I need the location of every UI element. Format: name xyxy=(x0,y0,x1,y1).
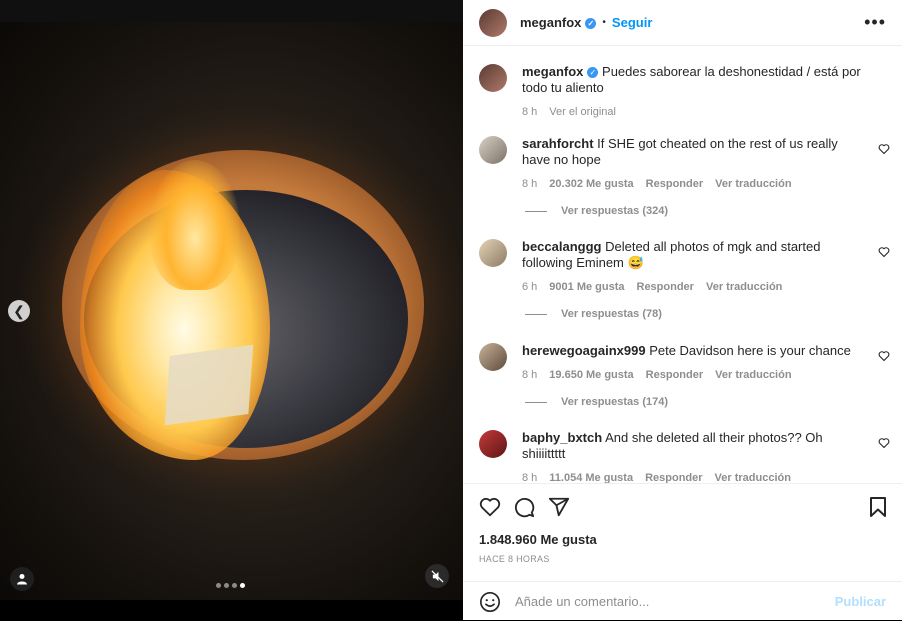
media-top-bar xyxy=(0,0,463,22)
comment-likes[interactable]: 9001 Me gusta xyxy=(549,279,624,295)
bookmark-icon[interactable] xyxy=(868,496,888,518)
post-media: ❮ xyxy=(0,0,463,620)
tagged-users-button[interactable] xyxy=(10,567,34,591)
caption-username[interactable]: meganfox xyxy=(522,64,583,79)
author-avatar[interactable] xyxy=(479,8,507,37)
view-replies-button[interactable]: Ver respuestas (324) xyxy=(525,205,668,217)
post-comment-button[interactable]: Publicar xyxy=(835,594,886,609)
commenter-avatar[interactable] xyxy=(479,239,507,267)
comment-item: baphy_bxtch And she deleted all their ph… xyxy=(479,430,890,483)
comment-likes[interactable]: 19.650 Me gusta xyxy=(549,367,633,383)
reply-button[interactable]: Responder xyxy=(637,279,694,295)
comment-time[interactable]: 8 h xyxy=(522,470,537,483)
comment-text: Pete Davidson here is your chance xyxy=(649,343,851,358)
reply-button[interactable]: Responder xyxy=(646,176,703,192)
translate-button[interactable]: Ver traducción xyxy=(715,367,791,383)
comment-username[interactable]: sarahforcht xyxy=(522,136,594,151)
post-side-panel: meganfox ✓ • Seguir ••• meganfox ✓ Puedes … xyxy=(463,0,902,620)
carousel-dot-active xyxy=(240,583,245,588)
caption-avatar[interactable] xyxy=(479,64,507,92)
view-replies-button[interactable]: Ver respuestas (78) xyxy=(525,308,662,320)
carousel-dot xyxy=(232,583,237,588)
comment-username[interactable]: baphy_bxtch xyxy=(522,430,602,445)
comment-time[interactable]: 8 h xyxy=(522,367,537,383)
commenter-avatar[interactable] xyxy=(479,430,507,458)
action-icons xyxy=(479,496,888,520)
comment-icon[interactable] xyxy=(513,496,535,518)
see-original-button[interactable]: Ver el original xyxy=(549,104,616,120)
comment-time[interactable]: 8 h xyxy=(522,176,537,192)
comment-meta: 6 h 9001 Me gusta Responder Ver traducci… xyxy=(522,279,862,295)
comment-likes[interactable]: 11.054 Me gusta xyxy=(549,470,633,483)
verified-badge-icon: ✓ xyxy=(587,67,599,78)
follow-button[interactable]: Seguir xyxy=(612,15,652,30)
comment-username[interactable]: herewegoagainx999 xyxy=(522,343,646,358)
view-replies-label[interactable]: Ver respuestas (174) xyxy=(561,396,668,408)
post-actions: 1.848.960 Me gusta HACE 8 HORAS xyxy=(463,483,902,582)
like-comment-heart-icon[interactable] xyxy=(878,246,890,258)
replies-line xyxy=(525,210,547,212)
mute-toggle-button[interactable] xyxy=(425,564,449,588)
comment-time[interactable]: 6 h xyxy=(522,279,537,295)
carousel-dot xyxy=(216,583,221,588)
comment-item: herewegoagainx999 Pete Davidson here is … xyxy=(479,343,890,383)
comment-meta: 8 h 11.054 Me gusta Responder Ver traduc… xyxy=(522,470,862,483)
comment-composer: Publicar xyxy=(463,581,902,621)
view-replies-label[interactable]: Ver respuestas (78) xyxy=(561,308,662,320)
view-replies-label[interactable]: Ver respuestas (324) xyxy=(561,205,668,217)
carousel-indicator xyxy=(216,583,245,588)
heart-icon[interactable] xyxy=(479,496,501,518)
burning-paper-image xyxy=(164,344,254,426)
like-comment-heart-icon[interactable] xyxy=(878,143,890,155)
like-comment-heart-icon[interactable] xyxy=(878,350,890,362)
caption-time[interactable]: 8 h xyxy=(522,104,537,120)
comments-list[interactable]: meganfox ✓ Puedes saborear la deshonestid… xyxy=(463,46,902,483)
caption: meganfox ✓ Puedes saborear la deshonestid… xyxy=(479,64,890,120)
comment-item: sarahforcht If SHE got cheated on the re… xyxy=(479,136,890,192)
author-username[interactable]: meganfox ✓ xyxy=(520,15,597,30)
reply-button[interactable]: Responder xyxy=(645,470,702,483)
translate-button[interactable]: Ver traducción xyxy=(715,176,791,192)
comment-meta: 8 h 20.302 Me gusta Responder Ver traduc… xyxy=(522,176,862,192)
commenter-avatar[interactable] xyxy=(479,343,507,371)
reply-button[interactable]: Responder xyxy=(646,367,703,383)
separator-dot: • xyxy=(602,17,606,28)
comment-username[interactable]: beccalanggg xyxy=(522,239,601,254)
smiley-icon[interactable] xyxy=(479,591,501,613)
post-header: meganfox ✓ • Seguir ••• xyxy=(463,0,902,46)
comment-meta: 8 h 19.650 Me gusta Responder Ver traduc… xyxy=(522,367,862,383)
muted-speaker-icon xyxy=(430,569,444,583)
commenter-avatar[interactable] xyxy=(479,136,507,164)
share-icon[interactable] xyxy=(548,496,570,518)
author-username-text[interactable]: meganfox xyxy=(520,15,581,30)
like-count[interactable]: 1.848.960 Me gusta xyxy=(479,532,597,547)
view-replies-button[interactable]: Ver respuestas (174) xyxy=(525,396,668,408)
post-time[interactable]: HACE 8 HORAS xyxy=(479,554,550,564)
ellipsis-icon[interactable]: ••• xyxy=(864,12,886,33)
verified-badge-icon: ✓ xyxy=(585,18,597,29)
caption-meta: 8 h Ver el original xyxy=(522,104,872,120)
replies-line xyxy=(525,313,547,315)
flames-image-top xyxy=(150,160,240,290)
translate-button[interactable]: Ver traducción xyxy=(706,279,782,295)
comment-likes[interactable]: 20.302 Me gusta xyxy=(549,176,633,192)
comment-input[interactable] xyxy=(513,593,835,610)
comment-item: beccalanggg Deleted all photos of mgk an… xyxy=(479,239,890,295)
carousel-prev-button[interactable]: ❮ xyxy=(8,300,30,322)
like-comment-heart-icon[interactable] xyxy=(878,437,890,449)
chevron-left-icon: ❮ xyxy=(13,303,25,319)
user-icon xyxy=(17,574,27,585)
replies-line xyxy=(525,401,547,403)
carousel-dot xyxy=(224,583,229,588)
translate-button[interactable]: Ver traducción xyxy=(715,470,791,483)
